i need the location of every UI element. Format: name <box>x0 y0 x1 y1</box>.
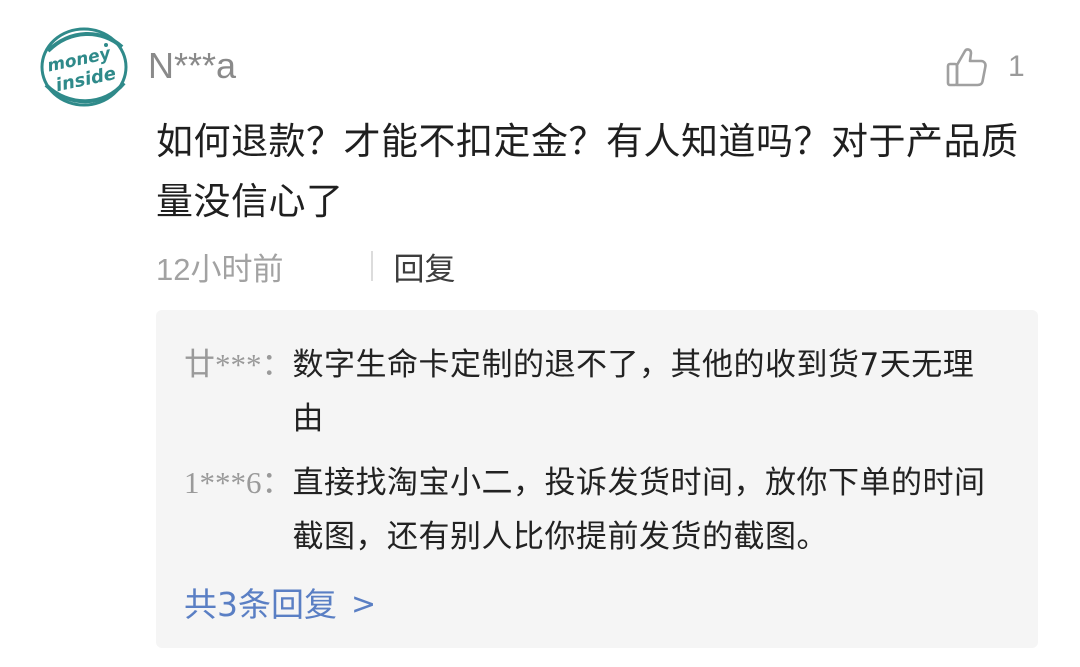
chevron-right-icon: > <box>351 587 377 622</box>
view-all-replies-link[interactable]: 共3条回复 > <box>184 580 376 630</box>
like-button[interactable]: 1 <box>944 44 1025 90</box>
thumbs-up-icon <box>946 48 987 87</box>
reply-button[interactable]: 回复 <box>393 244 455 289</box>
more-replies-label: 共3条回复 <box>184 585 337 624</box>
comment-username[interactable]: N***a <box>148 44 236 88</box>
comment-meta: 12小时前 回复 <box>156 244 455 288</box>
reply-text: 直接找淘宝小二，投诉发货时间，放你下单的时间截图，还有别人比你提前发货的截图。 <box>292 465 986 555</box>
user-avatar[interactable]: money inside <box>40 27 128 107</box>
like-count: 1 <box>1008 50 1025 83</box>
reply-item[interactable]: 1***6： 直接找淘宝小二，投诉发货时间，放你下单的时间截图，还有别人比你提前… <box>184 456 1005 564</box>
comment-body: 如何退款？才能不扣定金？有人知道吗？对于产品质量没信心了 <box>156 120 1019 223</box>
replies-panel: 廿***： 数字生命卡定制的退不了，其他的收到货7天无理由 1***6： 直接找… <box>156 310 1038 648</box>
meta-divider <box>371 251 374 281</box>
reply-author[interactable]: 廿***： <box>184 338 293 392</box>
reply-item[interactable]: 廿***： 数字生命卡定制的退不了，其他的收到货7天无理由 <box>184 338 993 446</box>
money-inside-logo-icon: money inside <box>40 27 128 107</box>
comment-timestamp: 12小时前 <box>156 251 284 287</box>
reply-author[interactable]: 1***6： <box>184 456 293 510</box>
reply-text: 数字生命卡定制的退不了，其他的收到货7天无理由 <box>292 347 975 437</box>
